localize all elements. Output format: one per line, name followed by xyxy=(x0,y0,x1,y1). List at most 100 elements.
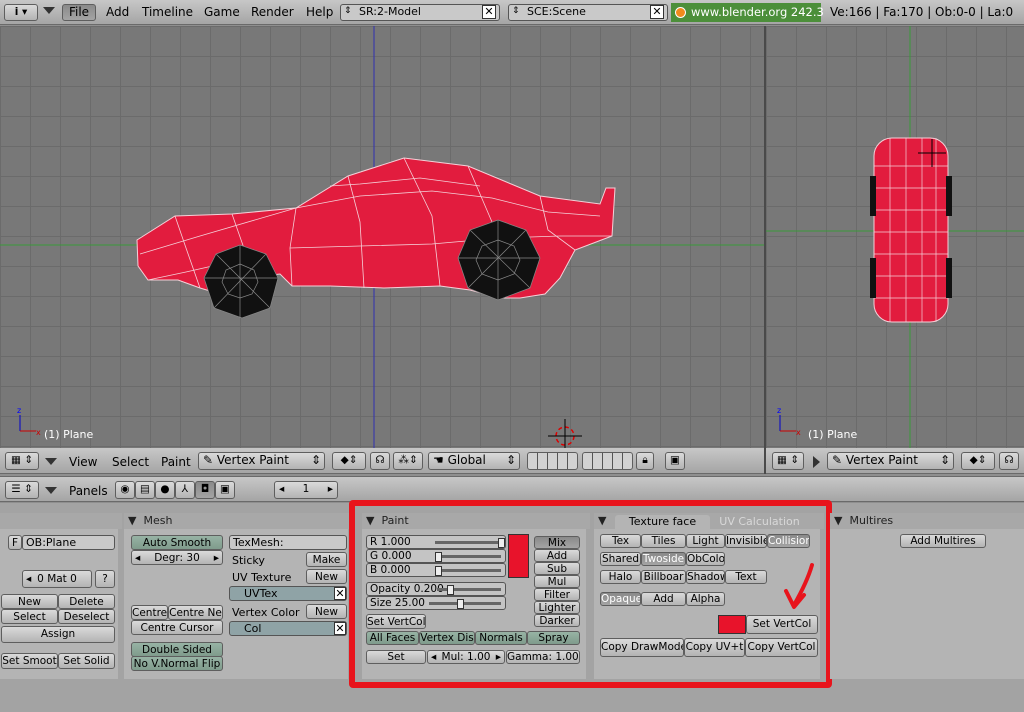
screen-delete-icon[interactable]: ✕ xyxy=(482,5,496,19)
viewport-collapse-icon[interactable] xyxy=(45,458,57,465)
render-view-button[interactable]: ▣ xyxy=(665,452,685,470)
tf-alpha[interactable]: Alpha xyxy=(686,592,725,606)
layers-group-1[interactable] xyxy=(527,452,578,470)
copy-uv-button[interactable]: Copy UV+t xyxy=(684,638,745,657)
right-pivot-button[interactable]: ☊ xyxy=(999,452,1019,470)
right-draw-type-select[interactable]: ◆⇕ xyxy=(961,452,995,470)
material-index-field[interactable]: ◂ 0 Mat 0 xyxy=(22,570,92,588)
texmesh-field[interactable]: TexMesh: xyxy=(229,535,347,550)
scene-delete-icon[interactable]: ✕ xyxy=(650,5,664,19)
draw-type-select[interactable]: ◆⇕ xyxy=(332,452,366,470)
tf-tiles[interactable]: Tiles xyxy=(641,534,686,548)
tf-add[interactable]: Add xyxy=(641,592,686,606)
tf-color-swatch[interactable] xyxy=(718,615,746,634)
no-vnormal-flip-button[interactable]: No V.Normal Flip xyxy=(131,656,223,671)
shading-context-icon[interactable]: ● xyxy=(155,481,175,499)
centre-button[interactable]: Centre xyxy=(131,605,168,620)
layers-group-2[interactable] xyxy=(582,452,633,470)
copy-drawmode-button[interactable]: Copy DrawMode xyxy=(600,638,684,657)
multires-panel-title[interactable]: ▼ Multires xyxy=(830,513,1024,529)
material-select-button[interactable]: Select xyxy=(1,609,58,624)
3d-viewport-left[interactable]: z x (1) Plane xyxy=(0,26,764,448)
col-field[interactable]: Col xyxy=(229,621,347,636)
scene-field[interactable]: SCE:Scene xyxy=(508,4,668,21)
uvtex-field[interactable]: UVTex xyxy=(229,586,347,601)
buttons-collapse-icon[interactable] xyxy=(45,487,57,494)
object-context-icon[interactable]: ⅄ xyxy=(175,481,195,499)
viewport-menu-select[interactable]: Select xyxy=(112,455,149,469)
menu-file[interactable]: File xyxy=(62,4,96,21)
tf-obcolor[interactable]: ObColo xyxy=(686,552,725,566)
tf-halo[interactable]: Halo xyxy=(600,570,641,584)
tf-collision[interactable]: Collision xyxy=(767,534,810,548)
tf-twoside[interactable]: Twoside xyxy=(641,552,686,566)
lock-layers-button[interactable]: 🔒︎ xyxy=(636,452,654,470)
screen-field-text: SR:2-Model xyxy=(359,5,421,18)
3d-viewport-right[interactable]: z x (1) Plane xyxy=(766,26,1024,448)
double-sided-button[interactable]: Double Sided xyxy=(131,642,223,657)
material-help-button[interactable]: ? xyxy=(95,570,115,588)
right-mode-select[interactable]: ✎ Vertex Paint ⇕ xyxy=(827,452,954,470)
centre-cursor-button[interactable]: Centre Cursor xyxy=(131,620,223,635)
fake-user-button[interactable]: F xyxy=(8,535,22,550)
degr-field[interactable]: ◂ Degr: 30 ▸ xyxy=(131,550,223,565)
centre-new-button[interactable]: Centre Ne xyxy=(168,605,223,620)
uv-texture-new-button[interactable]: New xyxy=(306,569,347,584)
viewport-type-button[interactable]: ▦ ⇕ xyxy=(5,452,39,470)
vertex-color-new-button[interactable]: New xyxy=(306,604,347,619)
mode-select[interactable]: ✎ Vertex Paint ⇕ xyxy=(198,452,325,470)
logic-context-icon[interactable]: ◉ xyxy=(115,481,135,499)
orientation-select[interactable]: ☚ Global ⇕ xyxy=(428,452,520,470)
tf-billboard[interactable]: Billboar xyxy=(641,570,686,584)
mesh-panel-title[interactable]: ▼ Mesh xyxy=(124,513,352,529)
tf-opaque[interactable]: Opaque xyxy=(600,592,641,606)
tf-tex[interactable]: Tex xyxy=(600,534,641,548)
screen-selector-icon[interactable]: ⇕ xyxy=(344,6,352,16)
editing-context-icon[interactable]: ◘ xyxy=(195,481,215,499)
tf-invisible[interactable]: Invisible xyxy=(725,534,767,548)
viewport-menu-view[interactable]: View xyxy=(69,455,97,469)
set-smooth-button[interactable]: Set Smoot xyxy=(1,653,58,669)
menu-timeline[interactable]: Timeline xyxy=(142,5,193,19)
copy-vertcol-button[interactable]: Copy VertCol xyxy=(745,638,818,657)
menu-game[interactable]: Game xyxy=(204,5,240,19)
tf-light[interactable]: Light xyxy=(686,534,725,548)
auto-smooth-button[interactable]: Auto Smooth xyxy=(131,535,223,550)
buttons-window-type[interactable]: ☰ ⇕ xyxy=(5,481,39,499)
scene-selector-icon[interactable]: ⇕ xyxy=(512,6,520,16)
object-name-field[interactable]: OB:Plane xyxy=(22,535,115,550)
scene-context-icon[interactable]: ▣ xyxy=(215,481,235,499)
url-box[interactable]: www.blender.org 242.3 xyxy=(671,3,824,22)
sticky-make-button[interactable]: Make xyxy=(306,552,347,567)
panels-label[interactable]: Panels xyxy=(69,484,108,498)
menu-add[interactable]: Add xyxy=(106,5,129,19)
viewport-menu-paint[interactable]: Paint xyxy=(161,455,191,469)
tf-shadow[interactable]: Shadow xyxy=(686,570,725,584)
scene-field-text: SCE:Scene xyxy=(527,5,586,18)
tab-uv-calculation[interactable]: UV Calculation xyxy=(712,515,807,529)
menu-render[interactable]: Render xyxy=(251,5,294,19)
tf-text[interactable]: Text xyxy=(725,570,767,584)
menu-help[interactable]: Help xyxy=(306,5,333,19)
pivot-select[interactable]: ⁂⇕ xyxy=(393,452,423,470)
add-multires-button[interactable]: Add Multires xyxy=(900,534,986,548)
material-new-button[interactable]: New xyxy=(1,594,58,609)
tab-texture-face[interactable]: Texture face xyxy=(615,515,710,529)
tf-set-vertcol-button[interactable]: Set VertCol xyxy=(746,615,818,634)
material-assign-button[interactable]: Assign xyxy=(1,626,115,643)
page-number-field[interactable]: ◂ 1 ▸ xyxy=(274,481,338,499)
link-panel-title xyxy=(0,513,122,529)
right-viewport-type-button[interactable]: ▦ ⇕ xyxy=(772,452,804,470)
screen-field[interactable]: SR:2-Model xyxy=(340,4,500,21)
set-solid-button[interactable]: Set Solid xyxy=(58,653,115,669)
uvtex-delete-icon[interactable]: ✕ xyxy=(334,587,346,600)
material-delete-button[interactable]: Delete xyxy=(58,594,115,609)
info-window-type-button[interactable]: i ▾ xyxy=(4,4,38,21)
right-expand-icon[interactable] xyxy=(813,456,820,468)
collapse-menu-icon[interactable] xyxy=(43,7,55,14)
script-context-icon[interactable]: ▤ xyxy=(135,481,155,499)
pivot-button[interactable]: ☊ xyxy=(370,452,390,470)
tf-shared[interactable]: Shared xyxy=(600,552,641,566)
material-deselect-button[interactable]: Deselect xyxy=(58,609,115,624)
col-delete-icon[interactable]: ✕ xyxy=(334,622,346,635)
